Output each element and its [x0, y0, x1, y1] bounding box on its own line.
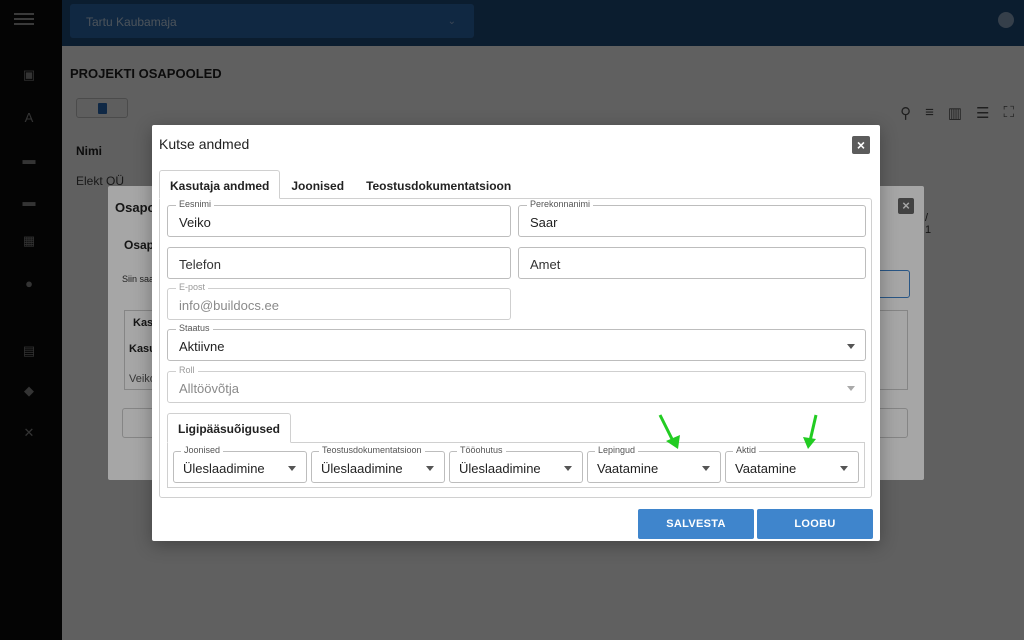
caret-down-icon — [840, 466, 848, 471]
access-contracts-value: Vaatamine — [597, 461, 659, 476]
tab-access-rights[interactable]: Ligipääsuõigused — [167, 413, 292, 443]
cancel-button[interactable]: LOOBU — [757, 509, 873, 539]
access-documentation-select[interactable]: Teostusdokumentatsioon Üleslaadimine — [311, 445, 445, 483]
access-safety-select[interactable]: Tööohutus Üleslaadimine — [449, 445, 583, 483]
dialog-title: Kutse andmed — [159, 136, 250, 152]
dialog-tabs: Kasutaja andmed Joonised Teostusdokument… — [159, 170, 522, 199]
caret-down-icon — [847, 344, 855, 349]
last-name-value: Saar — [530, 215, 558, 230]
position-field[interactable]: Amet — [518, 247, 866, 279]
status-label: Staatus — [176, 323, 213, 333]
annotation-arrow-icon — [658, 414, 680, 449]
access-contracts-label: Lepingud — [595, 445, 639, 455]
access-documentation-label: Teostusdokumentatsioon — [319, 445, 425, 455]
role-label: Roll — [176, 365, 198, 375]
save-button[interactable]: SALVESTA — [638, 509, 754, 539]
status-value: Aktiivne — [179, 339, 225, 354]
email-value: info@buildocs.ee — [179, 298, 279, 313]
caret-down-icon — [288, 466, 296, 471]
tab-drawings[interactable]: Joonised — [280, 170, 355, 199]
access-drawings-value: Üleslaadimine — [183, 461, 265, 476]
annotation-arrow-icon — [803, 414, 818, 449]
access-drawings-label: Joonised — [181, 445, 224, 455]
position-placeholder: Amet — [530, 257, 561, 272]
last-name-label: Perekonnanimi — [527, 199, 594, 209]
tab-documentation[interactable]: Teostusdokumentatsioon — [355, 170, 522, 199]
access-safety-label: Tööohutus — [457, 445, 506, 455]
first-name-label: Eesnimi — [176, 199, 215, 209]
email-field: E-post info@buildocs.ee — [167, 282, 511, 320]
email-label: E-post — [176, 282, 209, 292]
access-acts-label: Aktid — [733, 445, 760, 455]
access-acts-value: Vaatamine — [735, 461, 797, 476]
access-documentation-value: Üleslaadimine — [321, 461, 403, 476]
close-icon[interactable]: × — [852, 136, 870, 154]
caret-down-icon — [426, 466, 434, 471]
first-name-field[interactable]: Eesnimi Veiko — [167, 199, 511, 237]
invite-dialog: Kutse andmed × Kasutaja andmed Joonised … — [152, 125, 880, 541]
access-contracts-select[interactable]: Lepingud Vaatamine — [587, 445, 721, 483]
role-value: Alltöövõtja — [179, 381, 239, 396]
phone-field[interactable]: Telefon — [167, 247, 511, 279]
role-select: Roll Alltöövõtja — [167, 365, 866, 403]
tab-user-data[interactable]: Kasutaja andmed — [159, 170, 281, 199]
caret-down-icon — [564, 466, 572, 471]
caret-down-icon — [847, 386, 855, 391]
status-select[interactable]: Staatus Aktiivne — [167, 323, 866, 361]
access-safety-value: Üleslaadimine — [459, 461, 541, 476]
caret-down-icon — [702, 466, 710, 471]
phone-placeholder: Telefon — [179, 257, 221, 272]
access-acts-select[interactable]: Aktid Vaatamine — [725, 445, 859, 483]
first-name-value: Veiko — [179, 215, 211, 230]
last-name-field[interactable]: Perekonnanimi Saar — [518, 199, 866, 237]
access-drawings-select[interactable]: Joonised Üleslaadimine — [173, 445, 307, 483]
